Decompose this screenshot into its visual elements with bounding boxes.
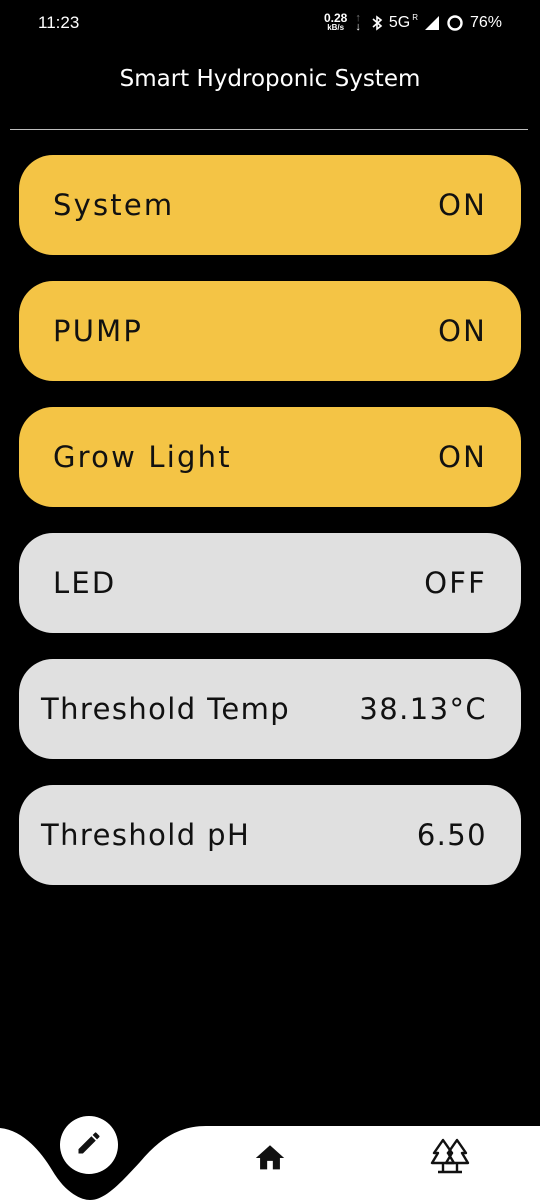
roaming-indicator: R: [412, 13, 418, 22]
data-activity-icon: ↑ ↓: [355, 12, 361, 33]
grow-light-status: ON: [438, 440, 487, 474]
led-label: LED: [53, 566, 117, 600]
threshold-ph-card[interactable]: Threshold pH 6.50: [19, 785, 521, 885]
pump-toggle-button[interactable]: PUMP ON: [19, 281, 521, 381]
header-divider: [10, 129, 528, 130]
network-type: 5G: [388, 14, 411, 31]
app-screen: 11:23 0.28 kB/s ↑ ↓ 5G R 76% Smart Hydrop…: [0, 0, 540, 1200]
pump-status: ON: [438, 314, 487, 348]
system-label: System: [53, 188, 175, 222]
network-speed-value: 0.28: [323, 11, 348, 25]
threshold-temp-label: Threshold Temp: [41, 692, 291, 726]
plants-nav-button[interactable]: [428, 1138, 472, 1178]
system-toggle-button[interactable]: System ON: [19, 155, 521, 255]
pump-label: PUMP: [53, 314, 144, 348]
threshold-temp-value: 38.13°C: [359, 692, 487, 726]
status-icons: 0.28 kB/s ↑ ↓ 5G R 76%: [324, 12, 502, 34]
network-speed: 0.28 kB/s: [323, 11, 348, 32]
home-nav-button[interactable]: [252, 1142, 288, 1178]
status-time: 11:23: [38, 13, 80, 32]
bluetooth-icon: [371, 15, 383, 31]
status-bar: 11:23 0.28 kB/s ↑ ↓ 5G R 76%: [0, 0, 540, 46]
threshold-ph-label: Threshold pH: [41, 818, 251, 852]
page-title: Smart Hydroponic System: [119, 66, 421, 92]
led-status: OFF: [424, 566, 487, 600]
threshold-ph-value: 6.50: [416, 818, 487, 852]
pencil-icon: [75, 1129, 103, 1161]
system-status: ON: [438, 188, 487, 222]
battery-icon: [446, 14, 464, 32]
edit-button[interactable]: [60, 1116, 118, 1174]
signal-icon: [424, 15, 440, 31]
network-speed-unit: kB/s: [327, 23, 345, 32]
led-toggle-button[interactable]: LED OFF: [19, 533, 521, 633]
threshold-temp-card[interactable]: Threshold Temp 38.13°C: [19, 659, 521, 759]
trees-icon: [430, 1137, 470, 1179]
grow-light-toggle-button[interactable]: Grow Light ON: [19, 407, 521, 507]
home-icon: [253, 1141, 287, 1179]
grow-light-label: Grow Light: [53, 440, 232, 474]
battery-percent: 76%: [469, 14, 502, 31]
